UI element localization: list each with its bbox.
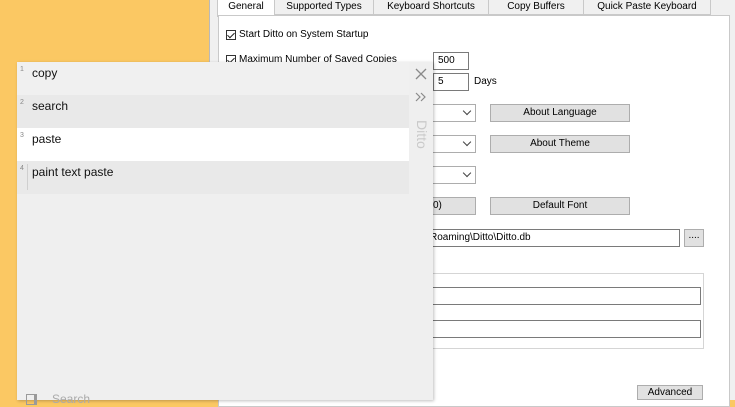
ditto-bottom-bar: Search <box>17 388 409 406</box>
ditto-popup: 1 copy 2 search 3 paste 4 paint text pas… <box>17 62 433 406</box>
list-item[interactable]: 4 paint text paste <box>17 161 409 194</box>
max-copies-input[interactable]: 500 <box>433 52 469 70</box>
list-item-selected[interactable]: 3 paste <box>17 128 409 161</box>
clip-text: search <box>32 99 69 113</box>
tab-copy-buffers[interactable]: Copy Buffers <box>488 0 584 15</box>
advanced-button[interactable]: Advanced <box>637 385 703 400</box>
options-tab-strip: General Supported Types Keyboard Shortcu… <box>217 0 711 17</box>
clip-index: 3 <box>20 132 24 139</box>
list-item[interactable]: 2 search <box>17 95 409 128</box>
size-combo[interactable] <box>430 166 476 184</box>
start-on-startup-checkbox[interactable] <box>226 29 236 40</box>
chevron-down-icon <box>462 106 472 116</box>
start-on-startup-row[interactable]: Start Ditto on System Startup <box>226 29 369 40</box>
db-path-input[interactable]: Roaming\Ditto\Ditto.db <box>425 229 680 247</box>
clip-list: 1 copy 2 search 3 paste 4 paint text pas… <box>17 62 409 194</box>
clip-text: paste <box>32 132 62 146</box>
row-divider <box>27 164 28 190</box>
chevron-down-icon <box>462 137 472 147</box>
clip-index: 2 <box>20 99 24 106</box>
group-field-2[interactable] <box>425 320 701 338</box>
chevron-down-icon <box>462 168 472 178</box>
ditto-title: Ditto <box>414 120 430 149</box>
close-icon[interactable] <box>410 64 433 86</box>
expire-days-unit: Days <box>474 76 497 87</box>
about-theme-button[interactable]: About Theme <box>490 135 630 153</box>
ditto-side-bar: Ditto <box>410 62 433 400</box>
tab-supported-types[interactable]: Supported Types <box>274 0 374 15</box>
clip-index: 1 <box>20 66 24 73</box>
expand-double-chevron-icon[interactable] <box>410 86 433 108</box>
language-combo[interactable] <box>430 104 476 122</box>
font-button[interactable]: 0) <box>430 197 476 215</box>
theme-combo[interactable] <box>430 135 476 153</box>
clip-text: paint text paste <box>32 165 114 179</box>
clip-index: 4 <box>20 165 24 172</box>
default-font-button[interactable]: Default Font <box>490 197 630 215</box>
group-field-1[interactable] <box>425 287 701 305</box>
tab-quick-paste-keyboard[interactable]: Quick Paste Keyboard <box>583 0 711 15</box>
list-item[interactable]: 1 copy <box>17 62 409 95</box>
expire-days-input[interactable]: 5 <box>433 73 469 91</box>
browse-button[interactable]: .... <box>684 229 704 247</box>
clip-text: copy <box>32 66 58 80</box>
tab-keyboard-shortcuts[interactable]: Keyboard Shortcuts <box>373 0 489 15</box>
search-label[interactable]: Search <box>52 392 90 406</box>
start-on-startup-label: Start Ditto on System Startup <box>239 29 369 40</box>
about-language-button[interactable]: About Language <box>490 104 630 122</box>
